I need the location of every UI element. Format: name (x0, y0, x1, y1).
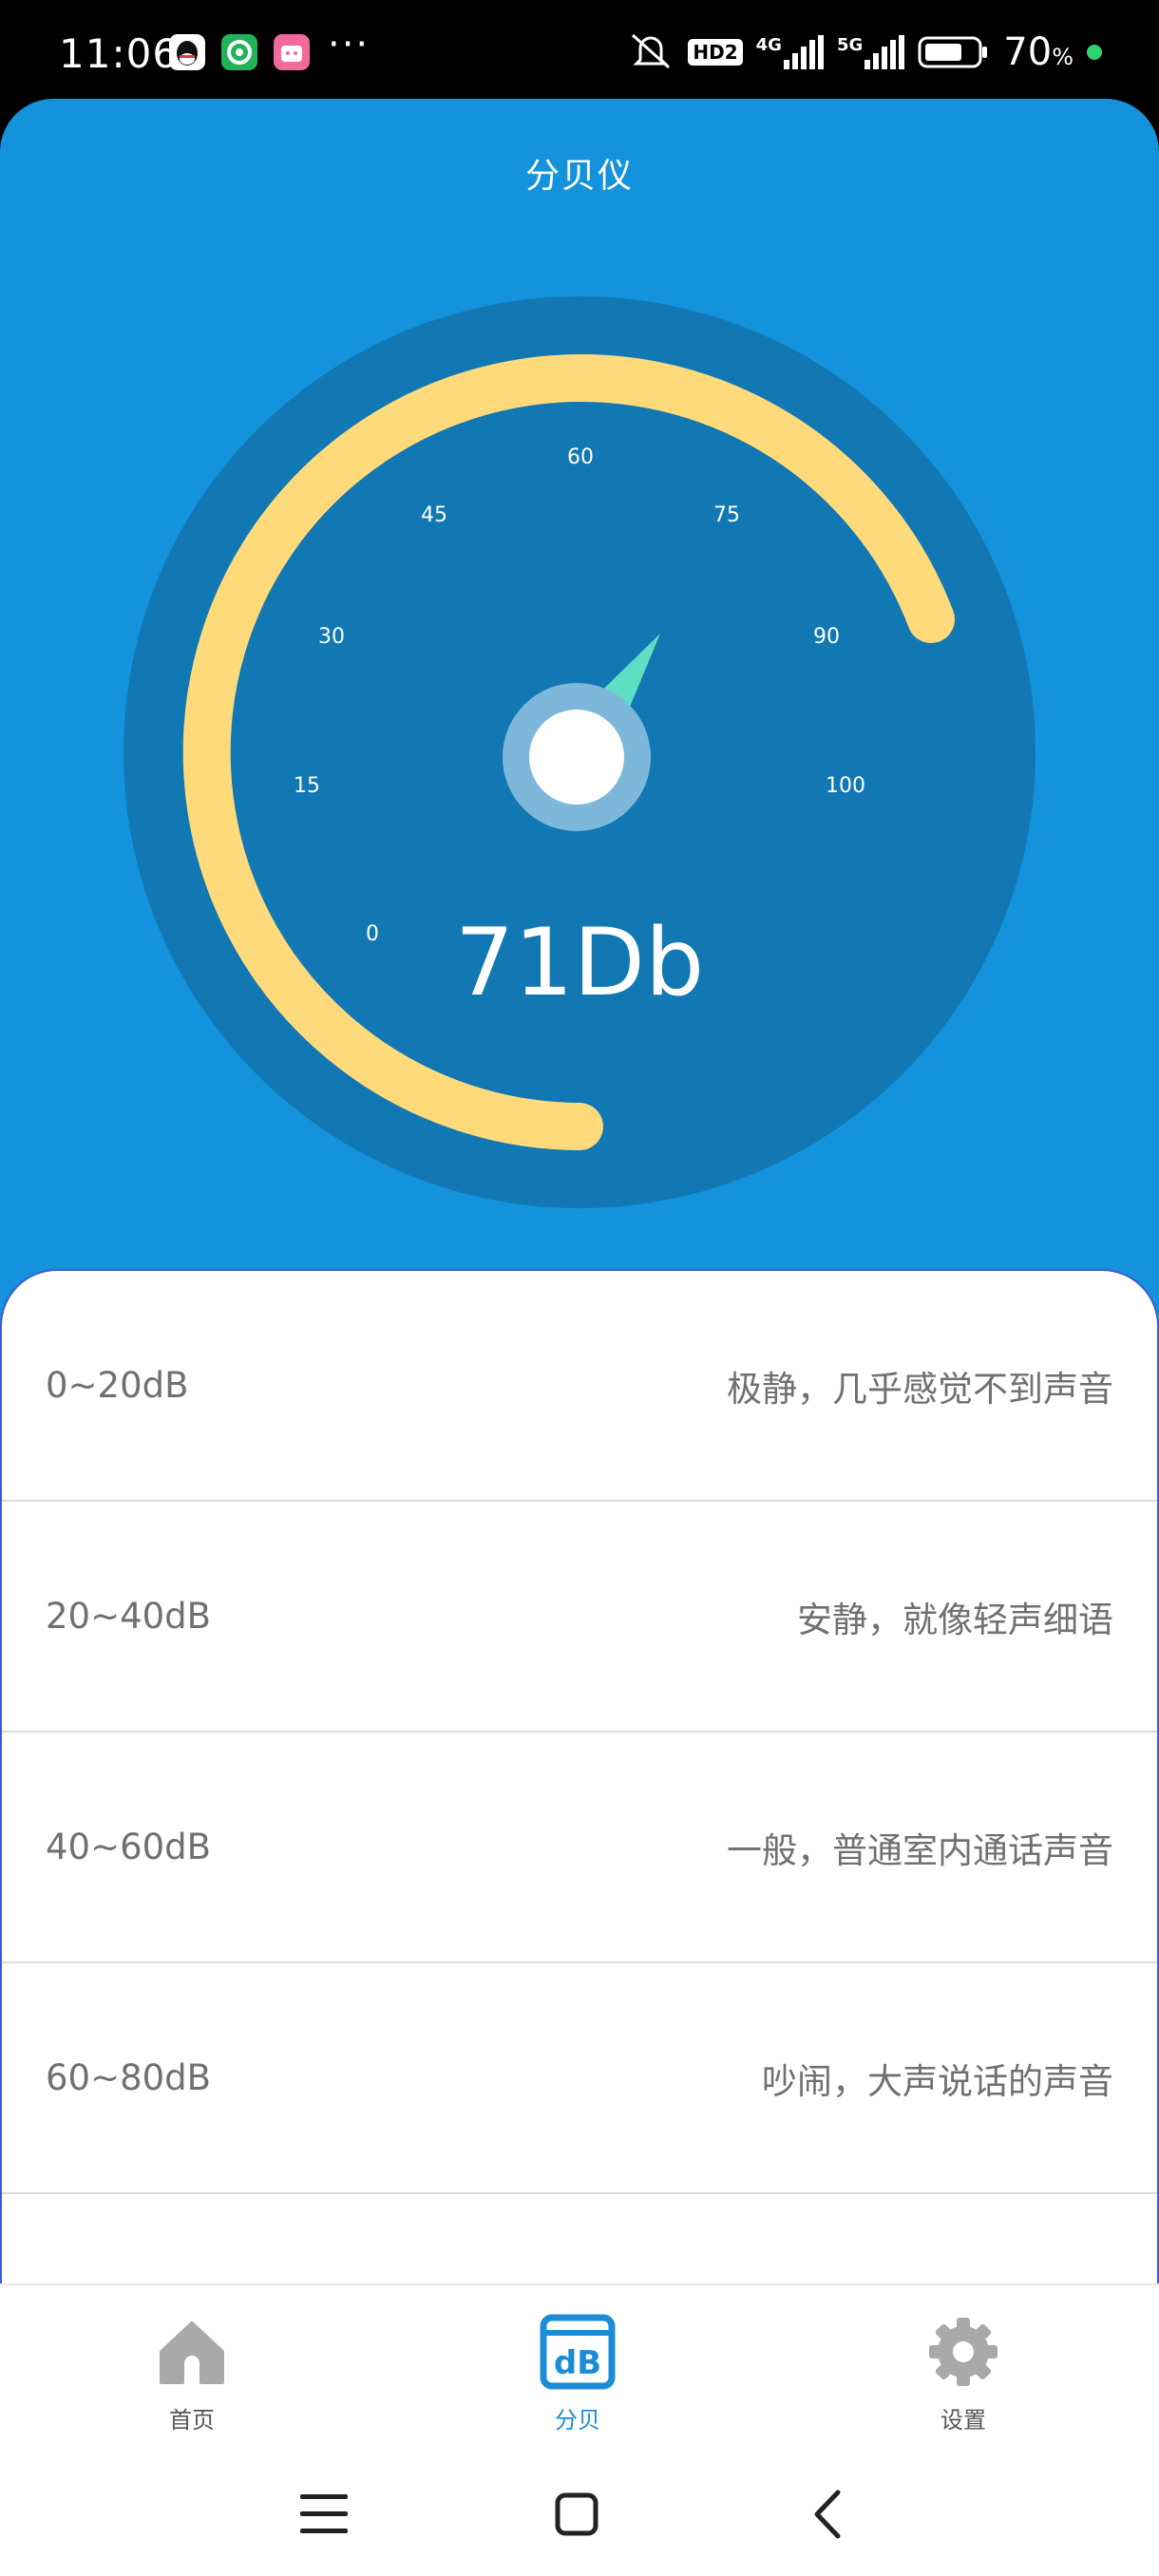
browser-icon (221, 34, 257, 70)
gauge-tick-90: 90 (813, 625, 840, 649)
level-description: 一般，普通室内通话声音 (727, 1829, 1113, 1871)
level-row: 20~40dB 安静，就像轻声细语 (2, 1502, 1157, 1733)
nav-home-label: 首页 (169, 2407, 215, 2434)
more-notifications-icon: ··· (328, 23, 370, 66)
decibel-header: 分贝仪 0 15 30 45 60 75 90 100 71Db (0, 99, 1159, 1334)
battery-icon (918, 36, 988, 68)
level-row (2, 2194, 1157, 2283)
gear-icon (929, 2318, 998, 2386)
gauge-tick-15: 15 (294, 774, 320, 798)
qq-icon (169, 34, 205, 70)
gauge-tick-100: 100 (826, 774, 865, 798)
network-type-2: 5G (836, 35, 864, 55)
level-range: 20~40dB (46, 1596, 212, 1637)
back-icon[interactable] (796, 2481, 863, 2548)
nav-decibel[interactable]: dB 分贝 (483, 2314, 673, 2434)
page-title: 分贝仪 (524, 157, 634, 196)
gauge-tick-45: 45 (421, 503, 447, 527)
signal-icon (783, 35, 824, 69)
level-description: 极静，几乎感觉不到声音 (727, 1368, 1113, 1410)
home-icon (160, 2321, 224, 2384)
hd-badge: HD2 (688, 39, 743, 66)
level-range: 40~60dB (46, 1827, 212, 1867)
status-right-group: HD2 4G 5G 70% (627, 28, 1102, 76)
level-description: 安静，就像轻声细语 (797, 1599, 1113, 1640)
gauge-reading: 71Db (455, 909, 704, 1017)
home-square-icon[interactable] (543, 2481, 610, 2548)
nav-decibel-label: 分贝 (555, 2407, 600, 2434)
mute-icon (627, 29, 674, 75)
db-icon: dB (540, 2314, 616, 2390)
status-time: 11:06 (59, 30, 180, 77)
level-row: 0~20dB 极静，几乎感觉不到声音 (2, 1271, 1157, 1502)
gauge-tick-30: 30 (318, 625, 345, 649)
nav-home[interactable]: 首页 (97, 2314, 287, 2434)
level-description: 吵闹，大声说话的声音 (762, 2060, 1113, 2102)
bottom-navigation: 首页 dB 分贝 设置 (0, 2283, 1159, 2451)
nav-settings-label: 设置 (940, 2407, 986, 2434)
network-type-1: 4G (755, 35, 782, 55)
level-range: 0~20dB (46, 1365, 189, 1406)
nav-settings[interactable]: 设置 (868, 2314, 1058, 2434)
level-row: 40~60dB 一般，普通室内通话声音 (2, 1733, 1157, 1963)
gauge-tick-75: 75 (713, 503, 740, 527)
level-row: 60~80dB 吵闹，大声说话的声音 (2, 1963, 1157, 2194)
system-navigation-bar (0, 2451, 1159, 2576)
gauge-tick-0: 0 (366, 922, 379, 946)
battery-percent: 70% (1003, 30, 1074, 74)
decibel-level-list[interactable]: 0~20dB 极静，几乎感觉不到声音 20~40dB 安静，就像轻声细语 40~… (0, 1269, 1159, 2283)
level-range: 60~80dB (46, 2057, 212, 2098)
signal-icon-2 (864, 35, 905, 69)
pink-app-icon (274, 34, 310, 70)
gauge-hub (529, 710, 624, 805)
dot-icon (1087, 45, 1102, 60)
gauge-tick-60: 60 (567, 445, 594, 469)
status-bar: 11:06 ··· HD2 4G 5G 70% (0, 0, 1159, 99)
menu-icon[interactable] (291, 2481, 357, 2548)
svg-text:dB: dB (554, 2344, 601, 2382)
decibel-gauge: 0 15 30 45 60 75 90 100 71Db (124, 296, 1036, 1208)
